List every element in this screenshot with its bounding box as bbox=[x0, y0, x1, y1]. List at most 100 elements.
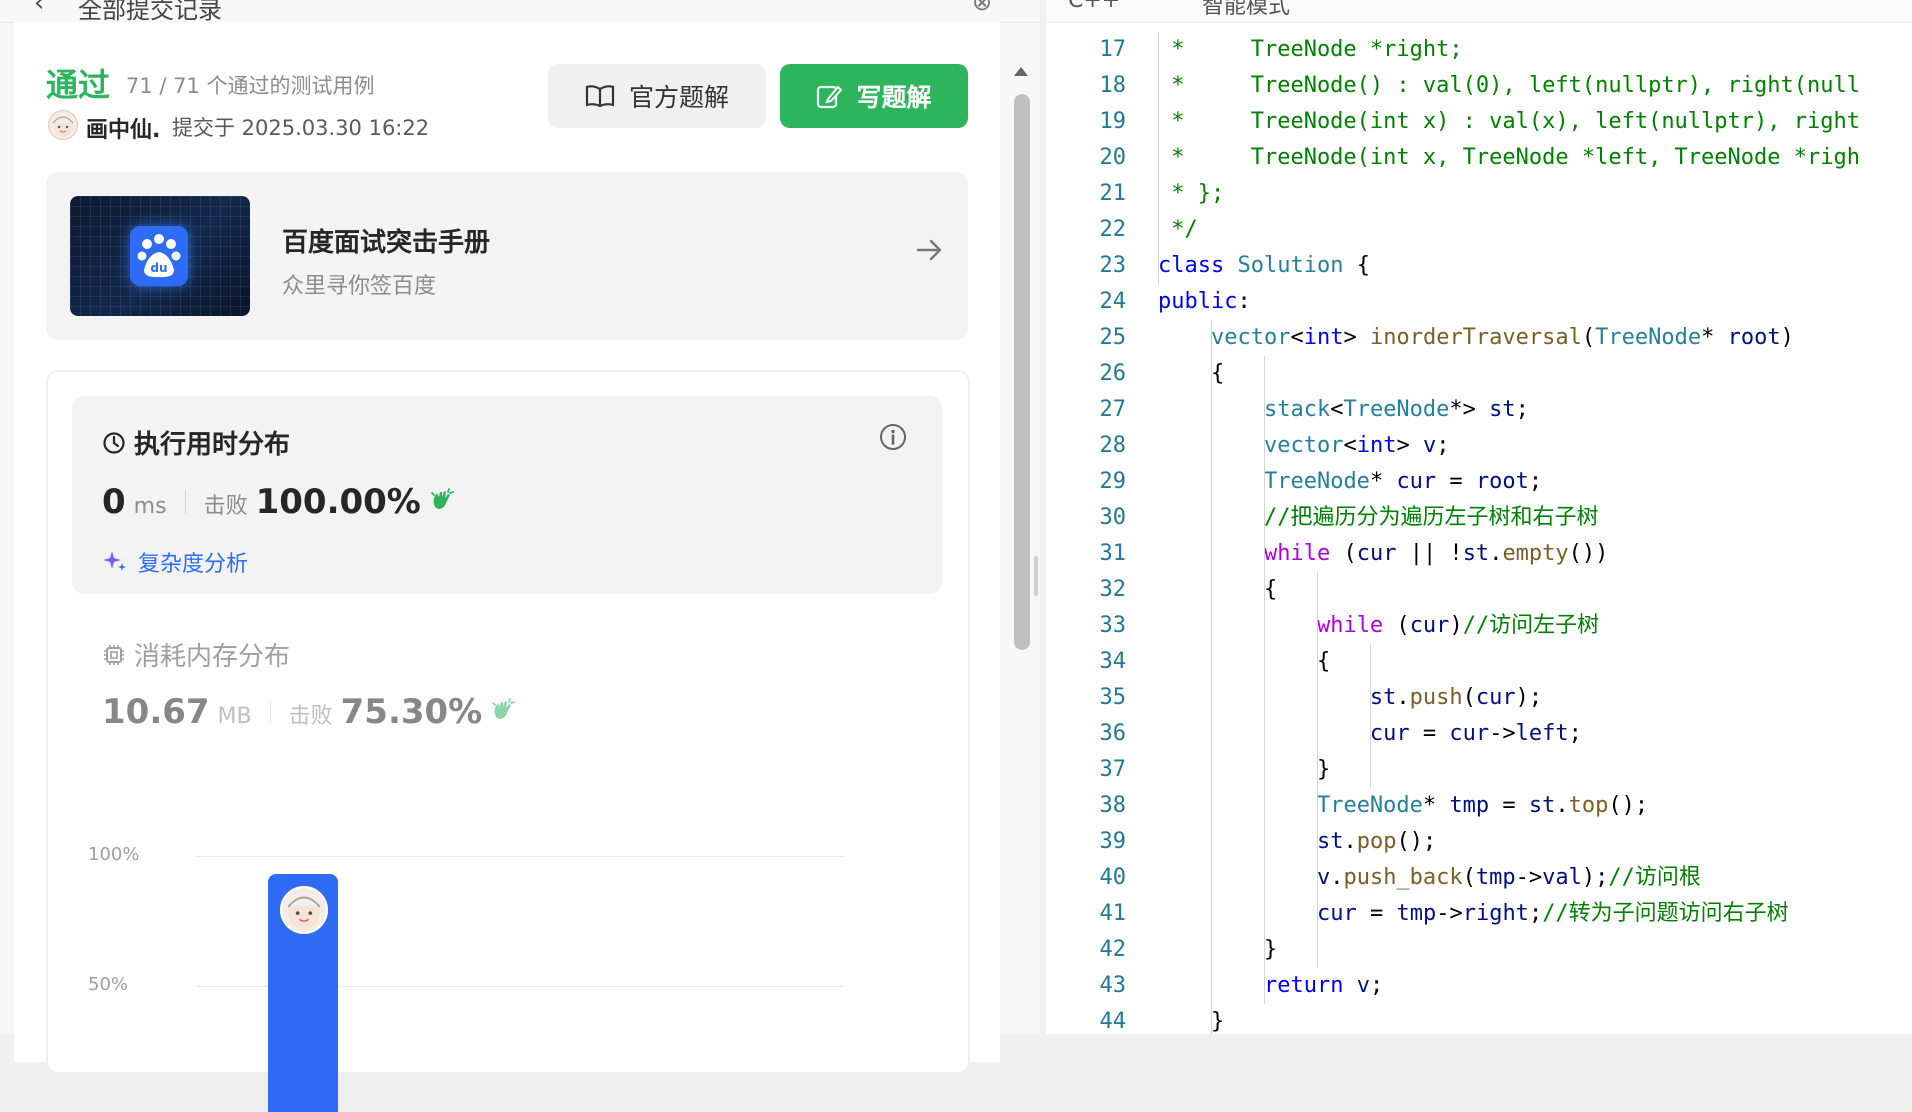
code-line[interactable]: 19 * TreeNode(int x) : val(x), left(null… bbox=[1046, 104, 1912, 140]
code-line[interactable]: 31 while (cur || !st.empty()) bbox=[1046, 536, 1912, 572]
panel-header: ‹ 全部提交记录 ⊗ bbox=[0, 0, 1040, 23]
resize-handle[interactable] bbox=[1034, 556, 1038, 596]
code-text[interactable]: cur = tmp->right;//转为子问题访问右子树 bbox=[1158, 896, 1789, 932]
code-text[interactable]: while (cur)//访问左子树 bbox=[1158, 608, 1599, 644]
code-text[interactable]: { bbox=[1158, 572, 1277, 608]
code-line[interactable]: 28 vector<int> v; bbox=[1046, 428, 1912, 464]
back-chevron-icon[interactable]: ‹ bbox=[34, 0, 44, 18]
official-solution-button[interactable]: 官方题解 bbox=[548, 64, 766, 128]
code-line[interactable]: 37 } bbox=[1046, 752, 1912, 788]
breadcrumb-all-submissions[interactable]: 全部提交记录 bbox=[78, 0, 222, 22]
code-text[interactable]: vector<int> inorderTraversal(TreeNode* r… bbox=[1158, 320, 1794, 356]
code-text[interactable]: { bbox=[1158, 356, 1224, 392]
code-text[interactable]: st.pop(); bbox=[1158, 824, 1436, 860]
info-icon[interactable] bbox=[878, 422, 908, 452]
code-text[interactable]: v.push_back(tmp->val);//访问根 bbox=[1158, 860, 1701, 896]
code-line[interactable]: 22 */ bbox=[1046, 212, 1912, 248]
y-tick-100: 100% bbox=[88, 844, 140, 865]
memory-beat-value: 75.30% bbox=[340, 692, 483, 732]
book-icon bbox=[585, 85, 615, 108]
promo-subtitle: 众里寻你签百度 bbox=[282, 274, 437, 299]
code-line[interactable]: 39 st.pop(); bbox=[1046, 824, 1912, 860]
language-selector[interactable]: C++ bbox=[1068, 0, 1120, 13]
code-text[interactable]: } bbox=[1158, 1004, 1224, 1034]
clap-hands-icon bbox=[430, 488, 454, 509]
code-line[interactable]: 33 while (cur)//访问左子树 bbox=[1046, 608, 1912, 644]
chip-icon bbox=[104, 644, 124, 665]
code-line[interactable]: 17 * TreeNode *right; bbox=[1046, 32, 1912, 68]
code-text[interactable]: */ bbox=[1158, 212, 1198, 248]
line-number: 33 bbox=[1099, 613, 1127, 638]
code-area[interactable]: 17 * TreeNode *right; 18 * TreeNode() : v… bbox=[1046, 22, 1912, 1034]
code-line[interactable]: 32 { bbox=[1046, 572, 1912, 608]
code-text[interactable]: } bbox=[1158, 752, 1330, 788]
line-number: 32 bbox=[1099, 577, 1127, 602]
code-text[interactable]: vector<int> v; bbox=[1158, 428, 1449, 464]
code-text[interactable]: while (cur || !st.empty()) bbox=[1158, 536, 1608, 572]
code-line[interactable]: 25 vector<int> inorderTraversal(TreeNode… bbox=[1046, 320, 1912, 356]
line-number: 18 bbox=[1099, 73, 1127, 98]
code-line[interactable]: 34 { bbox=[1046, 644, 1912, 680]
code-text[interactable]: { bbox=[1158, 644, 1330, 680]
code-text[interactable]: //把遍历分为遍历左子树和右子树 bbox=[1158, 500, 1599, 536]
status-label: 通过 bbox=[46, 66, 111, 104]
code-line[interactable]: 26 { bbox=[1046, 356, 1912, 392]
code-line[interactable]: 36 cur = cur->left; bbox=[1046, 716, 1912, 752]
smart-mode-toggle[interactable]: 智能模式 bbox=[1202, 0, 1290, 20]
runtime-unit: ms bbox=[133, 494, 167, 519]
code-line[interactable]: 30 //把遍历分为遍历左子树和右子树 bbox=[1046, 500, 1912, 536]
arrow-right-icon[interactable] bbox=[914, 234, 946, 266]
username[interactable]: 画中仙. bbox=[86, 112, 160, 144]
code-text[interactable]: * TreeNode *right; bbox=[1158, 32, 1462, 68]
code-line[interactable]: 41 cur = tmp->right;//转为子问题访问右子树 bbox=[1046, 896, 1912, 932]
divider bbox=[269, 700, 271, 724]
code-line[interactable]: 42 } bbox=[1046, 932, 1912, 968]
line-number: 27 bbox=[1099, 397, 1127, 422]
runtime-title: 执行用时分布 bbox=[134, 430, 291, 460]
line-number: 34 bbox=[1099, 649, 1127, 674]
code-text[interactable]: return v; bbox=[1158, 968, 1383, 1004]
write-solution-button[interactable]: 写题解 bbox=[780, 64, 968, 128]
code-line[interactable]: 23 class Solution { bbox=[1046, 248, 1912, 284]
scrollbar-thumb[interactable] bbox=[1014, 94, 1030, 650]
code-text[interactable]: TreeNode* cur = root; bbox=[1158, 464, 1542, 500]
runtime-beat-value: 100.00% bbox=[255, 482, 421, 522]
link-icon[interactable]: ⊗ bbox=[972, 0, 992, 16]
line-number: 44 bbox=[1099, 1009, 1127, 1034]
code-text[interactable]: * }; bbox=[1158, 176, 1224, 212]
code-line[interactable]: 38 TreeNode* tmp = st.top(); bbox=[1046, 788, 1912, 824]
gridline-100 bbox=[196, 856, 844, 857]
code-editor[interactable]: C++ 智能模式 17 * TreeNode *right; 18 * TreeN… bbox=[1046, 0, 1912, 1034]
code-text[interactable]: class Solution { bbox=[1158, 248, 1370, 284]
line-number: 29 bbox=[1099, 469, 1127, 494]
line-number: 22 bbox=[1099, 217, 1127, 242]
code-line[interactable]: 20 * TreeNode(int x, TreeNode *left, Tre… bbox=[1046, 140, 1912, 176]
complexity-analysis-link[interactable]: 复杂度分析 bbox=[102, 546, 248, 578]
code-text[interactable]: TreeNode* tmp = st.top(); bbox=[1158, 788, 1648, 824]
promo-card[interactable]: du 百度面试突击手册 众里寻你签百度 bbox=[46, 172, 968, 340]
indent-guide bbox=[1211, 320, 1212, 1034]
memory-section[interactable]: 消耗内存分布 bbox=[102, 636, 290, 673]
line-number: 30 bbox=[1099, 505, 1127, 530]
code-line[interactable]: 35 st.push(cur); bbox=[1046, 680, 1912, 716]
code-line[interactable]: 24 public: bbox=[1046, 284, 1912, 320]
line-number: 25 bbox=[1099, 325, 1127, 350]
code-line[interactable]: 43 return v; bbox=[1046, 968, 1912, 1004]
line-number: 41 bbox=[1099, 901, 1127, 926]
code-text[interactable]: * TreeNode(int x, TreeNode *left, TreeNo… bbox=[1158, 140, 1860, 176]
code-text[interactable]: * TreeNode() : val(0), left(nullptr), ri… bbox=[1158, 68, 1860, 104]
code-text[interactable]: public: bbox=[1158, 284, 1251, 320]
scroll-up-arrow-icon[interactable] bbox=[1013, 64, 1029, 78]
code-line[interactable]: 44 } bbox=[1046, 1004, 1912, 1034]
code-text[interactable]: st.push(cur); bbox=[1158, 680, 1542, 716]
code-line[interactable]: 29 TreeNode* cur = root; bbox=[1046, 464, 1912, 500]
user-avatar[interactable] bbox=[48, 110, 78, 140]
code-line[interactable]: 18 * TreeNode() : val(0), left(nullptr),… bbox=[1046, 68, 1912, 104]
runtime-section[interactable]: 执行用时分布 0 ms 击败 100.00% 复杂度分析 bbox=[72, 396, 942, 594]
code-line[interactable]: 21 * }; bbox=[1046, 176, 1912, 212]
code-line[interactable]: 40 v.push_back(tmp->val);//访问根 bbox=[1046, 860, 1912, 896]
code-text[interactable]: * TreeNode(int x) : val(x), left(nullptr… bbox=[1158, 104, 1860, 140]
code-text[interactable]: } bbox=[1158, 932, 1277, 968]
code-line[interactable]: 27 stack<TreeNode*> st; bbox=[1046, 392, 1912, 428]
code-text[interactable]: stack<TreeNode*> st; bbox=[1158, 392, 1529, 428]
